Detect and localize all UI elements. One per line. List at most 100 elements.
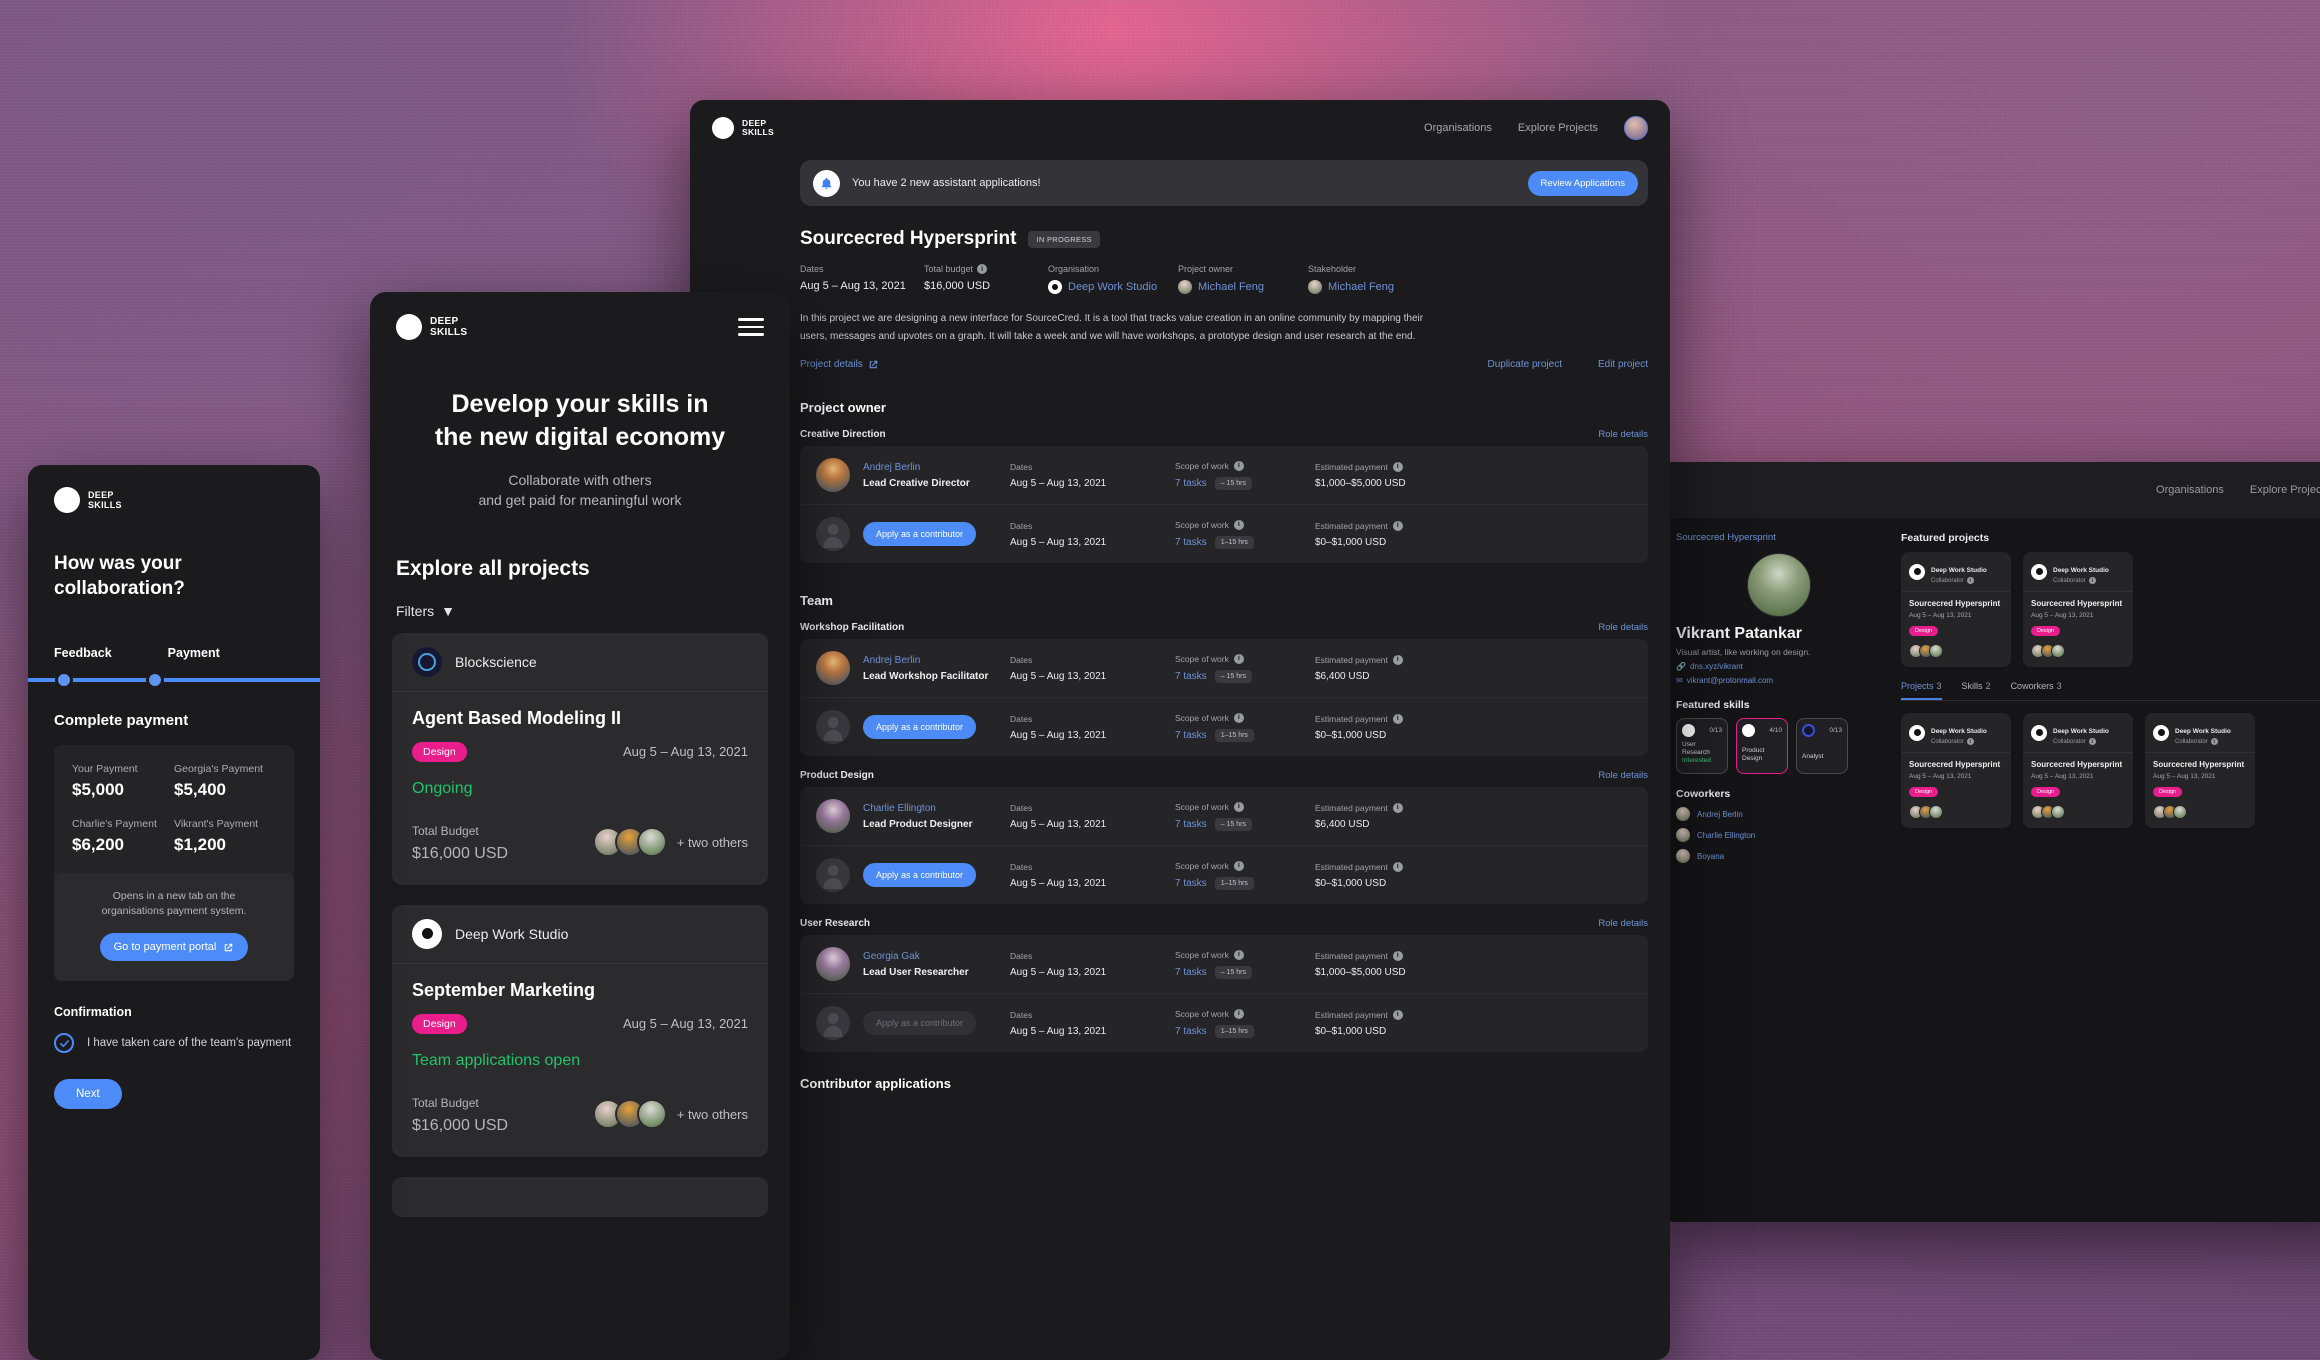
table-row[interactable]: Georgia Gak Lead User Researcher Dates A… [800, 935, 1648, 993]
info-icon[interactable]: i [1392, 1009, 1403, 1020]
edit-project-link[interactable]: Edit project [1598, 359, 1648, 370]
duplicate-project-link[interactable]: Duplicate project [1487, 359, 1561, 370]
coworker-name[interactable]: Andrej Berlin [1697, 810, 1743, 819]
skill-card[interactable]: 0/13 Analyst [1796, 718, 1848, 774]
role-name: Creative Direction [800, 429, 886, 440]
table-row[interactable]: Andrej Berlin Lead Creative Director Dat… [800, 446, 1648, 504]
filters-dropdown[interactable]: Filters ▼ [396, 603, 790, 619]
info-icon[interactable]: i [1233, 519, 1244, 530]
tasks-link[interactable]: 7 tasks [1175, 1026, 1207, 1037]
apply-as-contributor-button[interactable]: Apply as a contributor [863, 522, 977, 546]
apply-as-contributor-button[interactable]: Apply as a contributor [863, 863, 977, 887]
meta-value[interactable]: Deep Work Studio [1068, 281, 1157, 293]
go-to-payment-portal-button[interactable]: Go to payment portal [99, 933, 249, 962]
info-icon[interactable]: i [1233, 712, 1244, 723]
member-role: Lead Creative Director [863, 477, 970, 489]
info-icon[interactable]: i [1392, 802, 1403, 813]
coworker-item[interactable]: Boyana [1676, 849, 1881, 863]
table-row[interactable]: Andrej Berlin Lead Workshop Facilitator … [800, 639, 1648, 697]
step-dot-payment[interactable] [146, 670, 164, 689]
info-icon[interactable]: i [1966, 738, 1974, 745]
project-card-partial[interactable] [392, 1176, 768, 1217]
table-row[interactable]: Apply as a contributor Dates Aug 5 – Aug… [800, 504, 1648, 563]
info-icon[interactable]: i [1966, 577, 1974, 584]
meta-value[interactable]: Michael Feng [1198, 281, 1264, 293]
brand-logo[interactable]: DEEP SKILLS [396, 314, 467, 340]
project-card[interactable]: Deep Work Studio Collaborator i Sourcecr… [2145, 713, 2255, 828]
profile-email[interactable]: vikrant@protonmail.com [1687, 676, 1773, 685]
nav-link-organisations[interactable]: Organisations [2156, 484, 2224, 496]
coworker-item[interactable]: Charlie Ellington [1676, 828, 1881, 842]
tasks-link[interactable]: 7 tasks [1175, 537, 1207, 548]
nav-link-explore-projects[interactable]: Explore Projects [2250, 484, 2320, 496]
tab-coworkers[interactable]: Coworkers 3 [2011, 681, 2062, 700]
info-icon[interactable]: i [1233, 1008, 1244, 1019]
member-name[interactable]: Georgia Gak [863, 951, 1010, 962]
table-row[interactable]: Apply as a contributor Dates Aug 5 – Aug… [800, 993, 1648, 1052]
project-card[interactable]: Blockscience Agent Based Modeling II Des… [392, 632, 768, 885]
info-icon[interactable]: i [1392, 713, 1403, 724]
project-details-link[interactable]: Project details [800, 359, 879, 370]
tasks-link[interactable]: 7 tasks [1175, 478, 1207, 489]
confirmation-checkbox[interactable] [54, 1033, 74, 1054]
tab-skills[interactable]: Skills 2 [1962, 681, 1991, 700]
skill-card[interactable]: 0/13 User Research Interested [1676, 718, 1728, 774]
tasks-link[interactable]: 7 tasks [1175, 819, 1207, 830]
role-details-link[interactable]: Role details [1598, 918, 1648, 929]
tasks-link[interactable]: 7 tasks [1175, 878, 1207, 889]
nav-link-organisations[interactable]: Organisations [1424, 122, 1492, 134]
member-name[interactable]: Charlie Ellington [863, 803, 1010, 814]
card-budget-amount: $16,000 [412, 1116, 470, 1134]
brand-logo[interactable]: DEEP SKILLS [54, 487, 294, 513]
skill-card[interactable]: 4/10 Product Design [1736, 718, 1788, 774]
member-name[interactable]: Andrej Berlin [863, 462, 1010, 473]
tasks-link[interactable]: 7 tasks [1175, 671, 1207, 682]
breadcrumb[interactable]: Sourcecred Hypersprint [1676, 532, 1881, 543]
profile-website[interactable]: dns.xyz/vikrant [1690, 662, 1743, 671]
coworker-item[interactable]: Andrej Berlin [1676, 807, 1881, 821]
profile-website-row[interactable]: 🔗 dns.xyz/vikrant [1676, 662, 1881, 671]
table-row[interactable]: Apply as a contributor Dates Aug 5 – Aug… [800, 845, 1648, 904]
role-details-link[interactable]: Role details [1598, 770, 1648, 781]
info-icon[interactable]: i [2210, 738, 2218, 745]
tasks-link[interactable]: 7 tasks [1175, 730, 1207, 741]
role-details-link[interactable]: Role details [1598, 429, 1648, 440]
info-icon[interactable]: i [1233, 460, 1244, 471]
info-icon[interactable]: i [2088, 738, 2096, 745]
user-avatar[interactable] [1624, 116, 1648, 140]
hamburger-menu-icon[interactable] [738, 318, 764, 336]
apply-as-contributor-button[interactable]: Apply as a contributor [863, 715, 977, 739]
project-card[interactable]: Deep Work Studio Collaborator i Sourcecr… [1901, 713, 2011, 828]
info-icon[interactable]: i [1392, 461, 1403, 472]
info-icon[interactable]: i [2088, 577, 2096, 584]
info-icon[interactable]: i [1392, 520, 1403, 531]
project-card[interactable]: Deep Work Studio Collaborator i Sourcecr… [2023, 552, 2133, 667]
member-name[interactable]: Andrej Berlin [863, 655, 1010, 666]
coworker-name[interactable]: Charlie Ellington [1697, 831, 1755, 840]
meta-value[interactable]: Michael Feng [1328, 281, 1394, 293]
info-icon[interactable]: i [1392, 861, 1403, 872]
info-icon[interactable]: i [1392, 950, 1403, 961]
info-icon[interactable]: i [1233, 801, 1244, 812]
info-icon[interactable]: i [977, 264, 988, 274]
brand-logo[interactable]: DEEP SKILLS [712, 117, 774, 139]
tasks-link[interactable]: 7 tasks [1175, 967, 1207, 978]
next-button[interactable]: Next [54, 1079, 122, 1110]
profile-email-row[interactable]: ✉ vikrant@protonmail.com [1676, 676, 1881, 685]
table-row[interactable]: Charlie Ellington Lead Product Designer … [800, 787, 1648, 845]
project-card[interactable]: Deep Work Studio Collaborator i Sourcecr… [1901, 552, 2011, 667]
coworker-name[interactable]: Boyana [1697, 852, 1724, 861]
info-icon[interactable]: i [1392, 654, 1403, 665]
tab-projects[interactable]: Projects 3 [1901, 681, 1942, 700]
nav-link-explore-projects[interactable]: Explore Projects [1518, 122, 1598, 134]
role-details-link[interactable]: Role details [1598, 622, 1648, 633]
info-icon[interactable]: i [1233, 860, 1244, 871]
project-card[interactable]: Deep Work Studio September Marketing Des… [392, 904, 768, 1157]
step-dot-feedback[interactable] [55, 670, 73, 689]
info-icon[interactable]: i [1233, 653, 1244, 664]
table-row[interactable]: Apply as a contributor Dates Aug 5 – Aug… [800, 697, 1648, 756]
project-detail-window: DEEP SKILLS Organisations Explore Projec… [690, 100, 1670, 1360]
review-applications-button[interactable]: Review Applications [1527, 170, 1638, 196]
info-icon[interactable]: i [1233, 949, 1244, 960]
project-card[interactable]: Deep Work Studio Collaborator i Sourcecr… [2023, 713, 2133, 828]
